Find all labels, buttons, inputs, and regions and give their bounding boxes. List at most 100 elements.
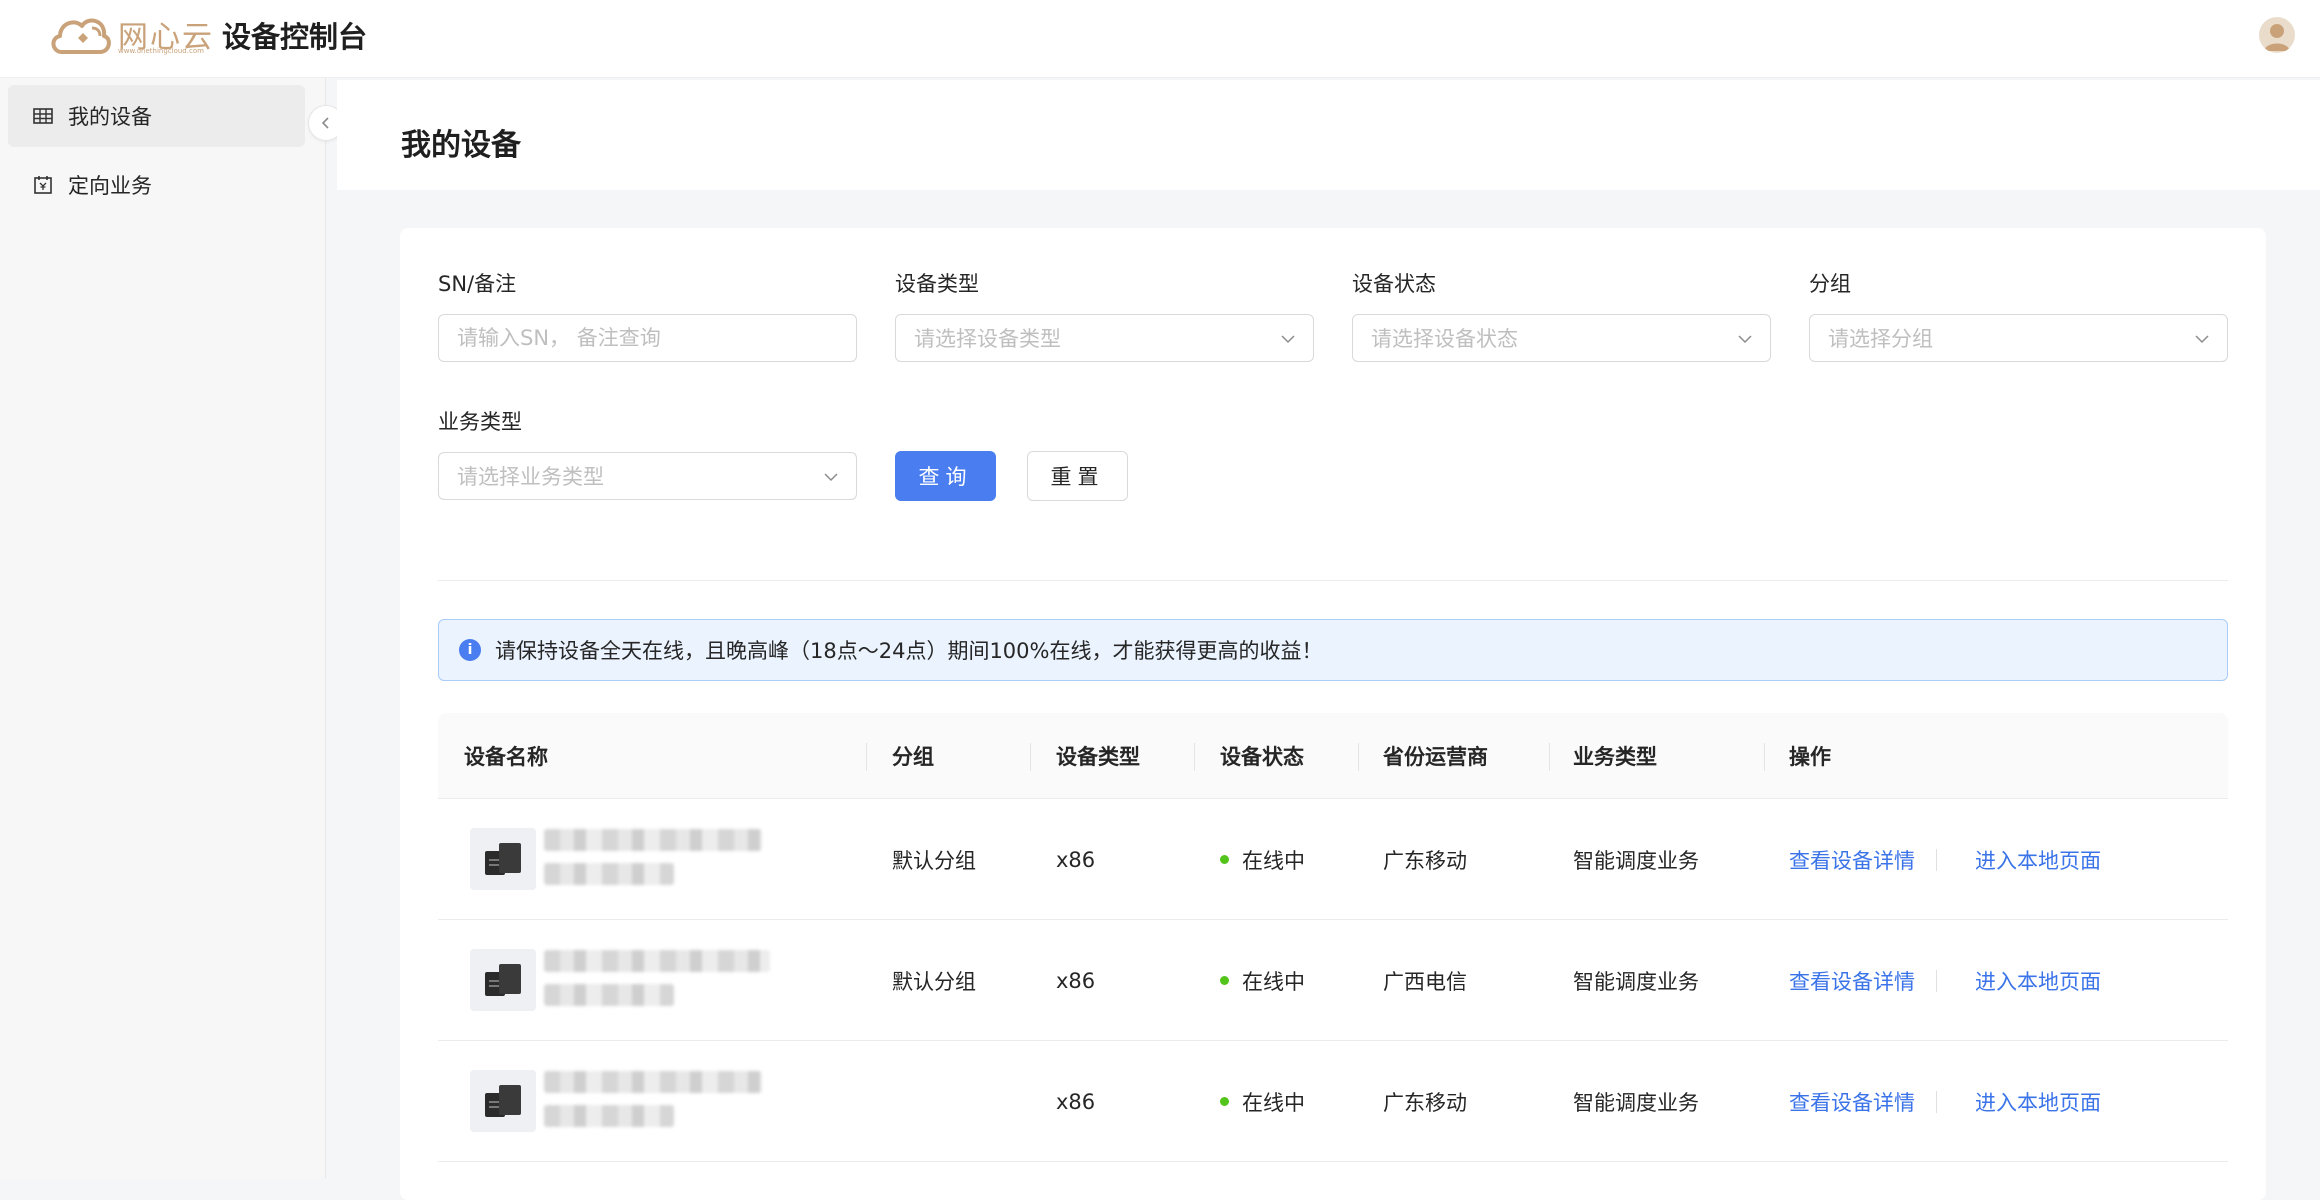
open-local-page-link[interactable]: 进入本地页面	[1975, 920, 2101, 1041]
sidebar-item-label: 定向业务	[68, 174, 152, 198]
column-separator	[866, 743, 867, 771]
device-name-redacted	[544, 950, 770, 972]
device-status-label: 设备状态	[1352, 272, 1436, 296]
user-avatar[interactable]	[2259, 17, 2295, 53]
chevron-down-icon	[1281, 335, 1295, 344]
table-grid-icon	[32, 105, 54, 127]
column-header: 设备状态	[1220, 745, 1304, 769]
business-type-select[interactable]: 请选择业务类型	[438, 452, 857, 500]
alert-text: 请保持设备全天在线，且晚高峰（18点～24点）期间100%在线，才能获得更高的收…	[495, 639, 1323, 663]
column-header: 操作	[1789, 745, 1831, 769]
chevron-down-icon	[824, 473, 838, 482]
business-type-placeholder: 请选择业务类型	[457, 465, 604, 489]
business-type-label: 业务类型	[438, 410, 522, 434]
cell-device-status: 在线中	[1220, 799, 1305, 920]
sn-input[interactable]	[457, 326, 856, 350]
device-sn-redacted	[544, 984, 674, 1006]
status-text: 在线中	[1242, 969, 1305, 994]
cell-isp: 广东移动	[1383, 1090, 1467, 1115]
brand-url: www.onethingcloud.com	[118, 47, 204, 55]
status-text: 在线中	[1242, 1090, 1305, 1115]
page-header	[337, 80, 2320, 190]
sn-input-wrapper	[438, 314, 857, 362]
device-type-placeholder: 请选择设备类型	[914, 327, 1061, 351]
sidebar: 我的设备 定向业务	[0, 78, 326, 1178]
top-bar: 网心云 www.onethingcloud.com 设备控制台	[0, 0, 2320, 78]
open-local-page-link[interactable]: 进入本地页面	[1975, 799, 2101, 920]
device-thumbnail	[470, 1070, 536, 1132]
chevron-down-icon	[2195, 335, 2209, 344]
online-notice-alert: i 请保持设备全天在线，且晚高峰（18点～24点）期间100%在线，才能获得更高…	[438, 619, 2228, 681]
table-row: 默认分组 x86 在线中 广西电信 智能调度业务 查看设备详情 进入本地页面	[438, 920, 2228, 1041]
status-text: 在线中	[1242, 848, 1305, 873]
device-type-label: 设备类型	[895, 272, 979, 296]
sn-label: SN/备注	[438, 272, 517, 296]
query-button[interactable]: 查询	[895, 451, 996, 501]
group-placeholder: 请选择分组	[1828, 327, 1933, 351]
server-device-icon	[485, 1085, 521, 1117]
cell-group: 默认分组	[892, 969, 976, 994]
online-dot-icon	[1220, 855, 1229, 864]
column-header: 设备类型	[1056, 745, 1140, 769]
cell-group: 默认分组	[892, 848, 976, 873]
page-title: 我的设备	[401, 128, 521, 163]
table-header: 设备名称 分组 设备类型 设备状态 省份运营商 业务类型 操作	[438, 713, 2228, 799]
device-thumbnail	[470, 949, 536, 1011]
device-name-redacted	[544, 1071, 762, 1093]
sidebar-item-label: 我的设备	[68, 105, 152, 129]
column-header: 分组	[892, 745, 934, 769]
device-status-placeholder: 请选择设备状态	[1371, 327, 1518, 351]
action-separator	[1936, 1091, 1937, 1113]
view-device-details-link[interactable]: 查看设备详情	[1789, 799, 1915, 920]
reset-button[interactable]: 重置	[1027, 451, 1128, 501]
chevron-down-icon	[1738, 335, 1752, 344]
device-type-select[interactable]: 请选择设备类型	[895, 314, 1314, 362]
cell-business-type: 智能调度业务	[1573, 969, 1699, 994]
cell-device-type: x86	[1056, 968, 1096, 993]
server-device-icon	[485, 843, 521, 875]
server-device-icon	[485, 964, 521, 996]
group-label: 分组	[1809, 272, 1851, 296]
device-status-select[interactable]: 请选择设备状态	[1352, 314, 1771, 362]
device-sn-redacted	[544, 1105, 674, 1127]
info-icon: i	[459, 639, 481, 661]
user-avatar-icon	[2264, 24, 2290, 51]
cell-business-type: 智能调度业务	[1573, 1090, 1699, 1115]
open-local-page-link[interactable]: 进入本地页面	[1975, 1041, 2101, 1162]
device-thumbnail	[470, 828, 536, 890]
column-separator	[1030, 743, 1031, 771]
view-device-details-link[interactable]: 查看设备详情	[1789, 1041, 1915, 1162]
table-row: x86 在线中 广东移动 智能调度业务 查看设备详情 进入本地页面	[438, 1041, 2228, 1162]
column-separator	[1764, 743, 1765, 771]
view-device-details-link[interactable]: 查看设备详情	[1789, 920, 1915, 1041]
cell-isp: 广西电信	[1383, 969, 1467, 994]
sidebar-item-directed-business[interactable]: 定向业务	[8, 154, 305, 216]
device-name-redacted	[544, 829, 762, 851]
cloud-logo-icon[interactable]	[48, 8, 112, 62]
cell-device-status: 在线中	[1220, 1041, 1305, 1162]
column-separator	[1194, 743, 1195, 771]
action-separator	[1936, 970, 1937, 992]
device-table: 设备名称 分组 设备类型 设备状态 省份运营商 业务类型 操作 默认分组 x86…	[438, 713, 2228, 1162]
column-header: 省份运营商	[1383, 745, 1488, 769]
column-header: 设备名称	[464, 745, 548, 769]
cell-device-type: x86	[1056, 847, 1096, 872]
chevron-left-icon	[321, 117, 329, 129]
table-row: 默认分组 x86 在线中 广东移动 智能调度业务 查看设备详情 进入本地页面	[438, 799, 2228, 920]
console-title: 设备控制台	[222, 20, 368, 54]
action-separator	[1936, 849, 1937, 871]
device-sn-redacted	[544, 863, 674, 885]
cell-device-status: 在线中	[1220, 920, 1305, 1041]
filter-divider	[438, 580, 2228, 581]
cell-isp: 广东移动	[1383, 848, 1467, 873]
yen-calendar-icon	[32, 174, 54, 196]
sidebar-item-my-devices[interactable]: 我的设备	[8, 85, 305, 147]
column-separator	[1358, 743, 1359, 771]
cell-device-type: x86	[1056, 1089, 1096, 1114]
online-dot-icon	[1220, 976, 1229, 985]
group-select[interactable]: 请选择分组	[1809, 314, 2228, 362]
column-separator	[1549, 743, 1550, 771]
cell-business-type: 智能调度业务	[1573, 848, 1699, 873]
column-header: 业务类型	[1573, 745, 1657, 769]
online-dot-icon	[1220, 1097, 1229, 1106]
